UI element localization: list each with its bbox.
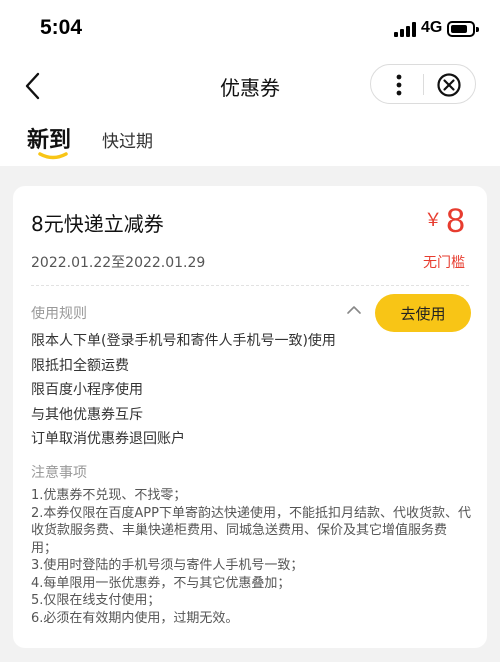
more-vertical-icon bbox=[396, 74, 402, 96]
mini-program-capsule bbox=[370, 64, 476, 104]
card-divider bbox=[31, 285, 469, 286]
note-item: 5.仅限在线支付使用； bbox=[31, 593, 161, 608]
rules-list: 限本人下单(登录手机号和寄件人手机号一致)使用 限抵扣全额运费 限百度小程序使用… bbox=[31, 329, 336, 452]
coupon-amount: ￥ 8 bbox=[424, 202, 465, 241]
coupon-threshold: 无门槛 bbox=[423, 255, 465, 271]
capsule-divider bbox=[423, 74, 424, 95]
rules-label: 使用规则 bbox=[31, 306, 87, 322]
amount-value: 8 bbox=[446, 202, 465, 240]
nav-bar: 优惠券 bbox=[0, 62, 500, 110]
tab-expiring[interactable]: 快过期 bbox=[102, 127, 153, 152]
tab-bar: 新到 快过期 bbox=[0, 118, 500, 166]
note-item: 6.必须在有效期内使用，过期无效。 bbox=[31, 610, 239, 626]
note-item: 1.优惠券不兑现、不找零； bbox=[31, 488, 187, 503]
tab-active-indicator bbox=[38, 152, 68, 160]
coupon-card: 8元快递立减券 2022.01.22至2022.01.29 ￥ 8 无门槛 使用规… bbox=[13, 186, 487, 648]
chevron-up-icon[interactable] bbox=[346, 304, 362, 316]
tab-new[interactable]: 新到 bbox=[27, 122, 71, 154]
status-time: 5:04 bbox=[40, 16, 83, 39]
close-button[interactable] bbox=[429, 68, 469, 102]
coupon-validity-dates: 2022.01.22至2022.01.29 bbox=[31, 255, 206, 271]
rule-item: 订单取消优惠券退回账户 bbox=[31, 431, 185, 447]
currency-symbol: ￥ bbox=[424, 210, 443, 231]
use-coupon-button[interactable]: 去使用 bbox=[375, 294, 471, 332]
notes-list: 1.优惠券不兑现、不找零； 2.本券仅限在百度APP下单寄韵达快递使用，不能抵扣… bbox=[31, 487, 471, 627]
rule-item: 限本人下单(登录手机号和寄件人手机号一致)使用 bbox=[31, 333, 336, 349]
rule-item: 限百度小程序使用 bbox=[31, 382, 143, 398]
more-button[interactable] bbox=[379, 68, 419, 102]
battery-icon bbox=[447, 21, 479, 37]
note-item: 3.使用时登陆的手机号须与寄件人手机号一致； bbox=[31, 558, 304, 573]
signal-icon bbox=[394, 22, 416, 37]
status-bar: 5:04 4G bbox=[0, 0, 500, 62]
note-item: 4.每单限用一张优惠券，不与其它优惠叠加； bbox=[31, 575, 291, 591]
network-label: 4G bbox=[421, 19, 443, 36]
rule-item: 限抵扣全额运费 bbox=[31, 357, 129, 374]
coupon-title: 8元快递立减券 bbox=[31, 212, 164, 236]
close-circle-icon bbox=[437, 73, 461, 97]
rule-item: 与其他优惠券互斥 bbox=[31, 406, 143, 423]
notes-label: 注意事项 bbox=[31, 465, 87, 481]
note-item: 2.本券仅限在百度APP下单寄韵达快递使用，不能抵扣月结款、代收货款、代收货款服… bbox=[31, 505, 471, 556]
header-area: 5:04 4G 优惠券 新到 快过期 bbox=[0, 0, 500, 166]
